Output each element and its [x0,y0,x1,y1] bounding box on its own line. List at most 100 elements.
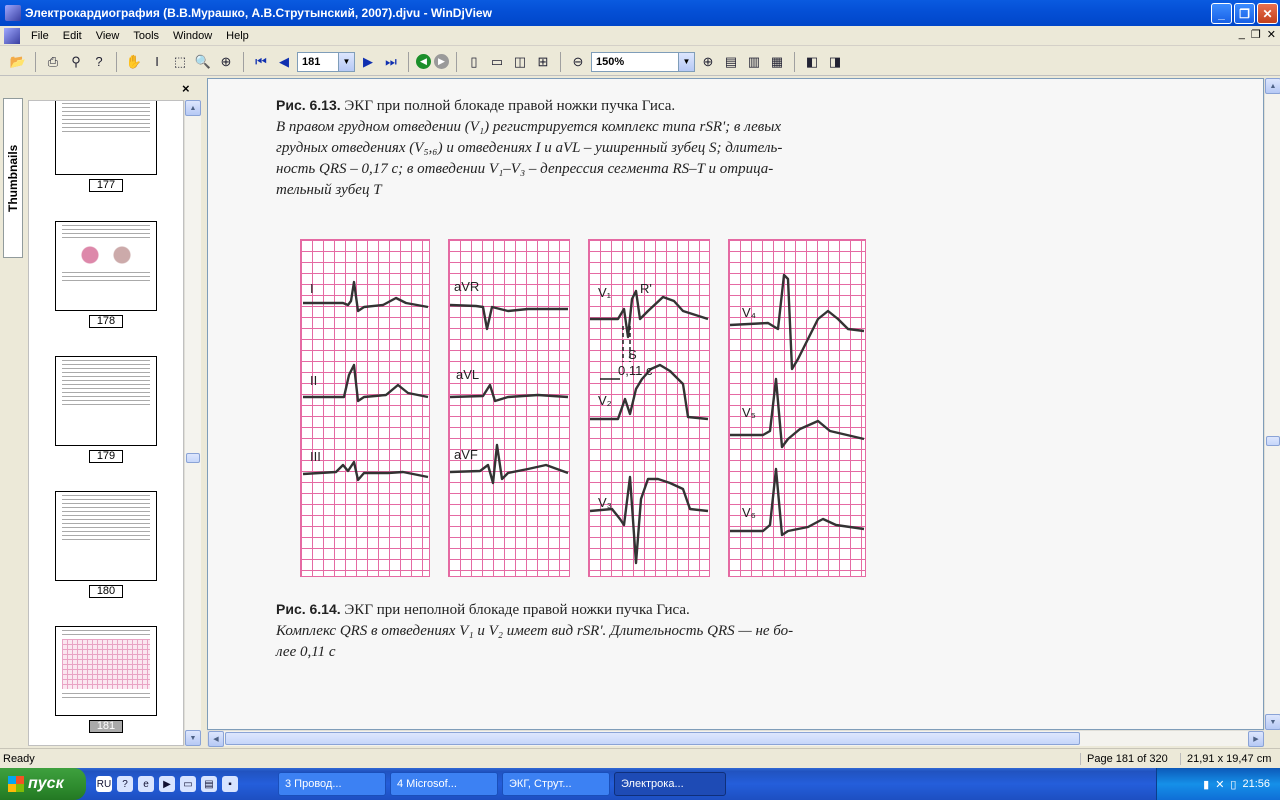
page-number-combo[interactable]: 181 ▼ [297,51,355,72]
scroll-down-icon[interactable]: ▼ [1265,714,1280,730]
forward-icon[interactable]: ▶ [434,54,449,69]
back-icon[interactable]: ◀ [416,54,431,69]
network-icon[interactable]: ✕ [1215,778,1224,791]
scroll-left-icon[interactable]: ◀ [208,731,224,747]
browser-icon[interactable]: e [138,776,154,792]
fit-width-icon[interactable]: ▥ [744,52,764,72]
battery-icon[interactable]: ▯ [1230,778,1236,791]
zoom-combo[interactable]: 150% ▼ [591,51,695,72]
caption-title-text: ЭКГ при неполной блокаде правой ножки пу… [344,602,690,618]
close-button[interactable]: ✕ [1257,3,1278,24]
fit-page-icon[interactable]: ▤ [721,52,741,72]
continuous-facing-icon[interactable]: ⊞ [533,52,553,72]
trace-lead-V6 [730,467,865,537]
actual-size-icon[interactable]: ▦ [767,52,787,72]
restore-button[interactable]: ❐ [1234,3,1255,24]
single-page-icon[interactable]: ▯ [464,52,484,72]
document-icon[interactable] [4,27,20,44]
doc-close-button[interactable]: ✕ [1267,28,1276,41]
task-button-ekg[interactable]: ЭКГ, Струт... [502,772,610,796]
status-bar: Ready Page 181 of 320 21,91 x 19,47 cm [0,748,1280,768]
thumbnail-181[interactable] [55,626,157,716]
caption-line: лее 0,11 с [276,644,336,660]
document-vscrollbar[interactable]: ▲ ▼ [1264,78,1280,730]
zoom-tool-icon[interactable]: 🔍 [193,52,213,72]
last-page-icon[interactable]: ⏭ [381,52,401,72]
facing-pages-icon[interactable]: ◫ [510,52,530,72]
thumbnail-179[interactable] [55,356,157,446]
lead-label-V2: V₂ [598,393,612,408]
zoom-out-icon[interactable]: ⊖ [568,52,588,72]
print-icon[interactable]: ⎙ [43,52,63,72]
lead-label-V3: V₃ [598,495,612,510]
sidebar-scrollbar[interactable]: ▲ ▼ [184,100,201,746]
menu-window[interactable]: Window [166,30,219,42]
trace-lead-aVL [449,383,569,403]
scroll-thumb[interactable] [1266,436,1280,446]
separator [35,51,36,72]
zoom-in-icon[interactable]: ⊕ [698,52,718,72]
lead-label-V5: V₅ [742,405,756,420]
separator [560,51,561,72]
menu-file[interactable]: File [24,30,56,42]
help-icon[interactable]: ? [117,776,133,792]
task-button-explorer[interactable]: 3 Провод... [278,772,386,796]
menu-view[interactable]: View [89,30,127,42]
thumbnail-sidebar: Thumbnails × 177 178 179 180 181 ▲ ▼ [0,78,203,748]
layer-mode-icon[interactable]: ◨ [825,52,845,72]
find-icon[interactable]: ⚲ [66,52,86,72]
scroll-thumb[interactable] [186,453,200,463]
trace-lead-II [303,363,429,403]
chevron-down-icon[interactable]: ▼ [678,52,694,71]
menu-help[interactable]: Help [219,30,256,42]
doc-restore-button[interactable]: ❐ [1251,28,1261,41]
rect-select-icon[interactable]: ⬚ [170,52,190,72]
thumbnail-178[interactable] [55,221,157,311]
language-indicator[interactable]: RU [96,776,112,792]
toolbar: 📂 ⎙ ⚲ ? ✋ I ⬚ 🔍 ⊕ ⏮ ◀ 181 ▼ ▶ ⏭ ◀ ▶ ▯ ▭ … [0,48,1280,76]
scroll-up-icon[interactable]: ▲ [1265,78,1280,94]
select-tool-icon[interactable]: I [147,52,167,72]
separator [408,51,409,72]
tab-thumbnails[interactable]: Thumbnails [3,98,23,258]
document-view[interactable]: Рис. 6.13. ЭКГ при полной блокаде правой… [207,78,1264,730]
menu-tools[interactable]: Tools [126,30,166,42]
task-button-windjview[interactable]: Электрока... [614,772,726,796]
winrar-icon[interactable]: ▤ [201,776,217,792]
close-icon[interactable]: × [182,81,190,96]
thumbnail-label: 178 [89,315,123,328]
first-page-icon[interactable]: ⏮ [251,52,271,72]
lead-label-aVL: aVL [456,367,480,382]
lead-label-I: I [310,281,314,296]
doc-minimize-button[interactable]: _ [1239,28,1245,41]
open-icon[interactable]: 📂 [8,52,28,72]
signal-icon[interactable]: ▮ [1203,778,1209,791]
scroll-thumb[interactable] [225,732,1080,745]
scroll-down-icon[interactable]: ▼ [185,730,201,746]
caption-title: Рис. 6.14. [276,601,341,617]
document-hscrollbar[interactable]: ◀ ▶ [207,730,1264,747]
app-icon [5,5,21,21]
chevron-down-icon[interactable]: ▼ [338,52,354,71]
zoom-rect-icon[interactable]: ⊕ [216,52,236,72]
thumbnail-180[interactable] [55,491,157,581]
minimize-button[interactable]: _ [1211,3,1232,24]
menu-edit[interactable]: Edit [56,30,89,42]
scroll-right-icon[interactable]: ▶ [1248,731,1264,747]
help-icon[interactable]: ? [89,52,109,72]
save-icon[interactable]: ▪ [222,776,238,792]
thumbnail-label: 180 [89,585,123,598]
thumbnail-177[interactable] [55,101,157,175]
media-icon[interactable]: ▶ [159,776,175,792]
hand-tool-icon[interactable]: ✋ [124,52,144,72]
next-page-icon[interactable]: ▶ [358,52,378,72]
color-mode-icon[interactable]: ◧ [802,52,822,72]
task-button-word[interactable]: 4 Microsof... [390,772,498,796]
continuous-icon[interactable]: ▭ [487,52,507,72]
lead-label-III: III [310,449,321,464]
start-button[interactable]: пуск [0,768,86,800]
quick-launch: RU ? e ▶ ▭ ▤ ▪ [96,776,238,792]
desktop-icon[interactable]: ▭ [180,776,196,792]
scroll-up-icon[interactable]: ▲ [185,100,201,116]
previous-page-icon[interactable]: ◀ [274,52,294,72]
